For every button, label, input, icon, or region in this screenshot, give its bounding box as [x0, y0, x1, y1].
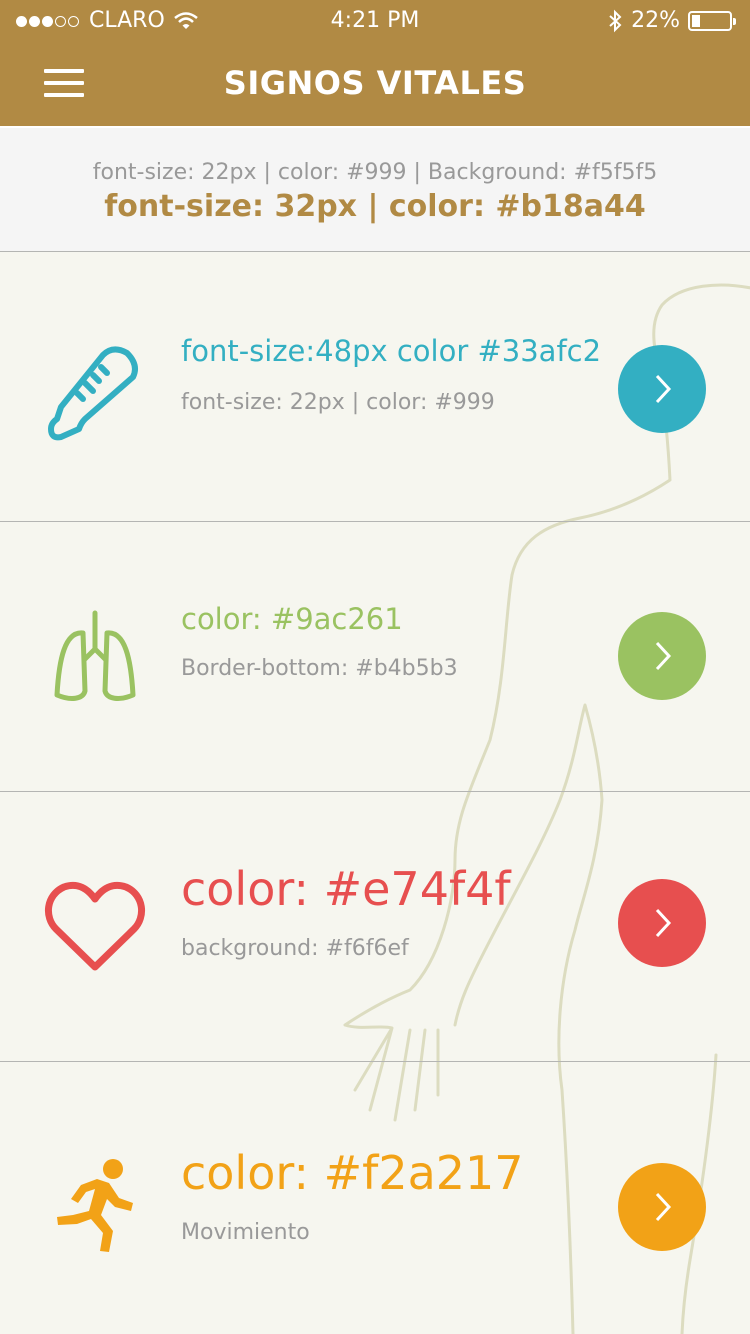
- running-person-icon: [40, 1150, 150, 1260]
- lungs-icon: [40, 604, 150, 714]
- chevron-right-icon: [655, 374, 672, 404]
- heart-icon: [40, 872, 150, 982]
- item-subtitle: Border-bottom: #b4b5b3: [181, 656, 458, 681]
- respiration-arrow-button[interactable]: [618, 612, 706, 700]
- chevron-right-icon: [655, 1192, 672, 1222]
- status-bar: CLARO 4:21 PM 22%: [0, 6, 750, 36]
- info-banner: font-size: 22px | color: #999 | Backgrou…: [0, 126, 750, 252]
- item-subtitle: font-size: 22px | color: #999: [181, 390, 495, 415]
- movement-arrow-button[interactable]: [618, 1163, 706, 1251]
- item-title: color: #f2a217: [181, 1146, 524, 1200]
- item-title: color: #e74f4f: [181, 862, 511, 916]
- banner-headline: font-size: 32px | color: #b18a44: [104, 189, 646, 224]
- list-item-respiration[interactable]: color: #9ac261 Border-bottom: #b4b5b3: [0, 522, 750, 792]
- temperature-arrow-button[interactable]: [618, 345, 706, 433]
- list-item-movement[interactable]: color: #f2a217 Movimiento: [0, 1062, 750, 1332]
- item-subtitle: Movimiento: [181, 1220, 310, 1245]
- battery-percentage: 22%: [631, 8, 680, 33]
- item-title: color: #9ac261: [181, 602, 403, 636]
- banner-description: font-size: 22px | color: #999 | Backgrou…: [92, 160, 658, 185]
- page-title: SIGNOS VITALES: [223, 64, 527, 102]
- bluetooth-icon: [609, 9, 622, 32]
- list-item-heart-rate[interactable]: color: #e74f4f background: #f6f6ef: [0, 792, 750, 1062]
- thermometer-icon: [40, 338, 150, 448]
- list-item-temperature[interactable]: font-size:48px color #33afc2 font-size: …: [0, 252, 750, 522]
- battery-icon: [688, 10, 736, 31]
- heart-rate-arrow-button[interactable]: [618, 879, 706, 967]
- chevron-right-icon: [655, 641, 672, 671]
- item-title: font-size:48px color #33afc2: [181, 334, 602, 368]
- app-header: CLARO 4:21 PM 22% SIGNOS VITALES: [0, 0, 750, 126]
- item-subtitle: background: #f6f6ef: [181, 936, 409, 961]
- chevron-right-icon: [655, 908, 672, 938]
